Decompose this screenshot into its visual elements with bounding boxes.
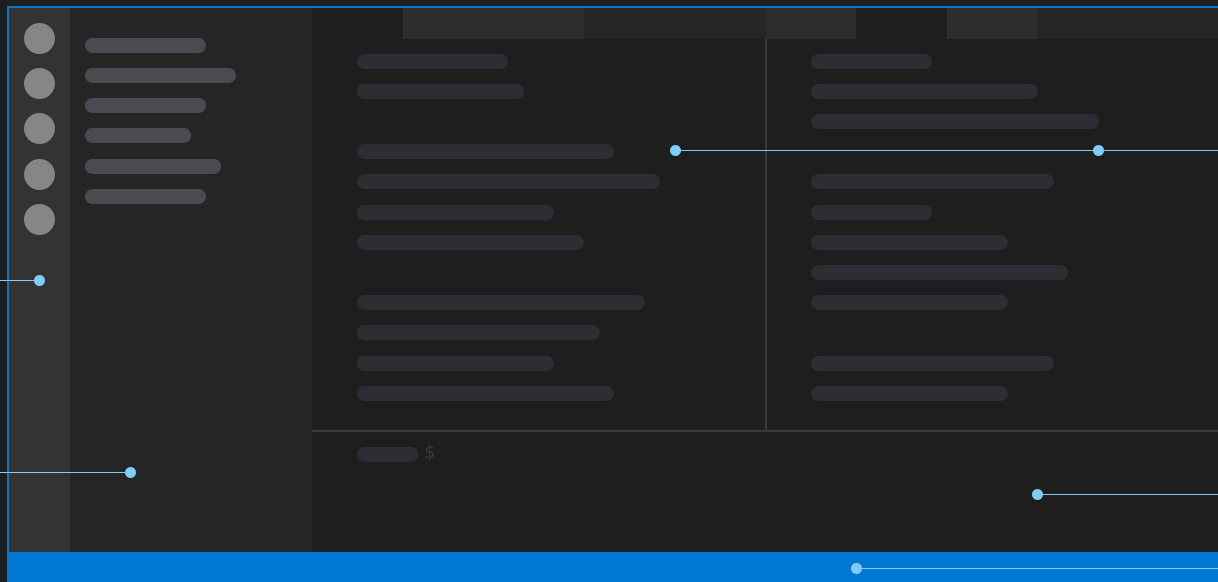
terminal-prompt-label <box>357 447 418 462</box>
code-line <box>357 356 554 371</box>
activity-icon-5[interactable] <box>24 204 55 235</box>
sidebar-item[interactable] <box>85 128 191 143</box>
tab[interactable] <box>856 8 947 39</box>
code-line <box>357 84 524 99</box>
code-line <box>357 174 660 189</box>
callout-line-panel <box>1037 494 1218 495</box>
code-line <box>811 295 1008 310</box>
code-line <box>357 144 614 159</box>
code-line <box>357 54 508 69</box>
code-line <box>811 356 1054 371</box>
code-line <box>811 174 1054 189</box>
code-line <box>811 114 1099 129</box>
code-line <box>357 205 554 220</box>
code-line <box>811 205 932 220</box>
activity-icon-1[interactable] <box>24 23 55 54</box>
code-line <box>357 386 614 401</box>
callout-dot-panel <box>1032 489 1043 500</box>
sidebar-item[interactable] <box>85 68 236 83</box>
code-line <box>811 54 932 69</box>
terminal-prompt-symbol: $ <box>424 442 435 463</box>
sidebar <box>70 8 312 552</box>
sidebar-item[interactable] <box>85 159 221 174</box>
editor-area[interactable] <box>312 39 1218 431</box>
sidebar-item[interactable] <box>85 98 206 113</box>
terminal-panel[interactable]: $ <box>312 432 1218 552</box>
sidebar-item[interactable] <box>85 189 206 204</box>
activity-icon-2[interactable] <box>24 68 55 99</box>
callout-dot-editor <box>670 145 681 156</box>
activity-icon-3[interactable] <box>24 113 55 144</box>
tab[interactable] <box>766 8 856 39</box>
code-line <box>357 235 584 250</box>
tab-bar <box>312 8 1218 39</box>
sidebar-item[interactable] <box>85 38 206 53</box>
code-line <box>811 235 1008 250</box>
callout-line-status-bar <box>856 568 1218 569</box>
tab[interactable] <box>947 8 1038 39</box>
callout-dot-sidebar <box>125 467 136 478</box>
code-line <box>357 295 645 310</box>
tab[interactable] <box>403 8 584 39</box>
callout-dot-status-bar <box>851 563 862 574</box>
callout-dot-editor-secondary <box>1093 145 1104 156</box>
code-line <box>811 265 1068 280</box>
code-line <box>357 325 600 340</box>
code-line <box>811 386 1008 401</box>
tab[interactable] <box>584 8 766 39</box>
tab[interactable] <box>1038 8 1218 39</box>
callout-dot-activity-bar <box>34 275 45 286</box>
status-bar[interactable] <box>9 552 1218 582</box>
activity-icon-4[interactable] <box>24 159 55 190</box>
tab-active[interactable] <box>312 8 403 39</box>
callout-line-sidebar <box>0 472 130 473</box>
editor-split-divider[interactable] <box>765 39 767 431</box>
code-line <box>811 84 1038 99</box>
callout-line-editor <box>675 150 1218 151</box>
